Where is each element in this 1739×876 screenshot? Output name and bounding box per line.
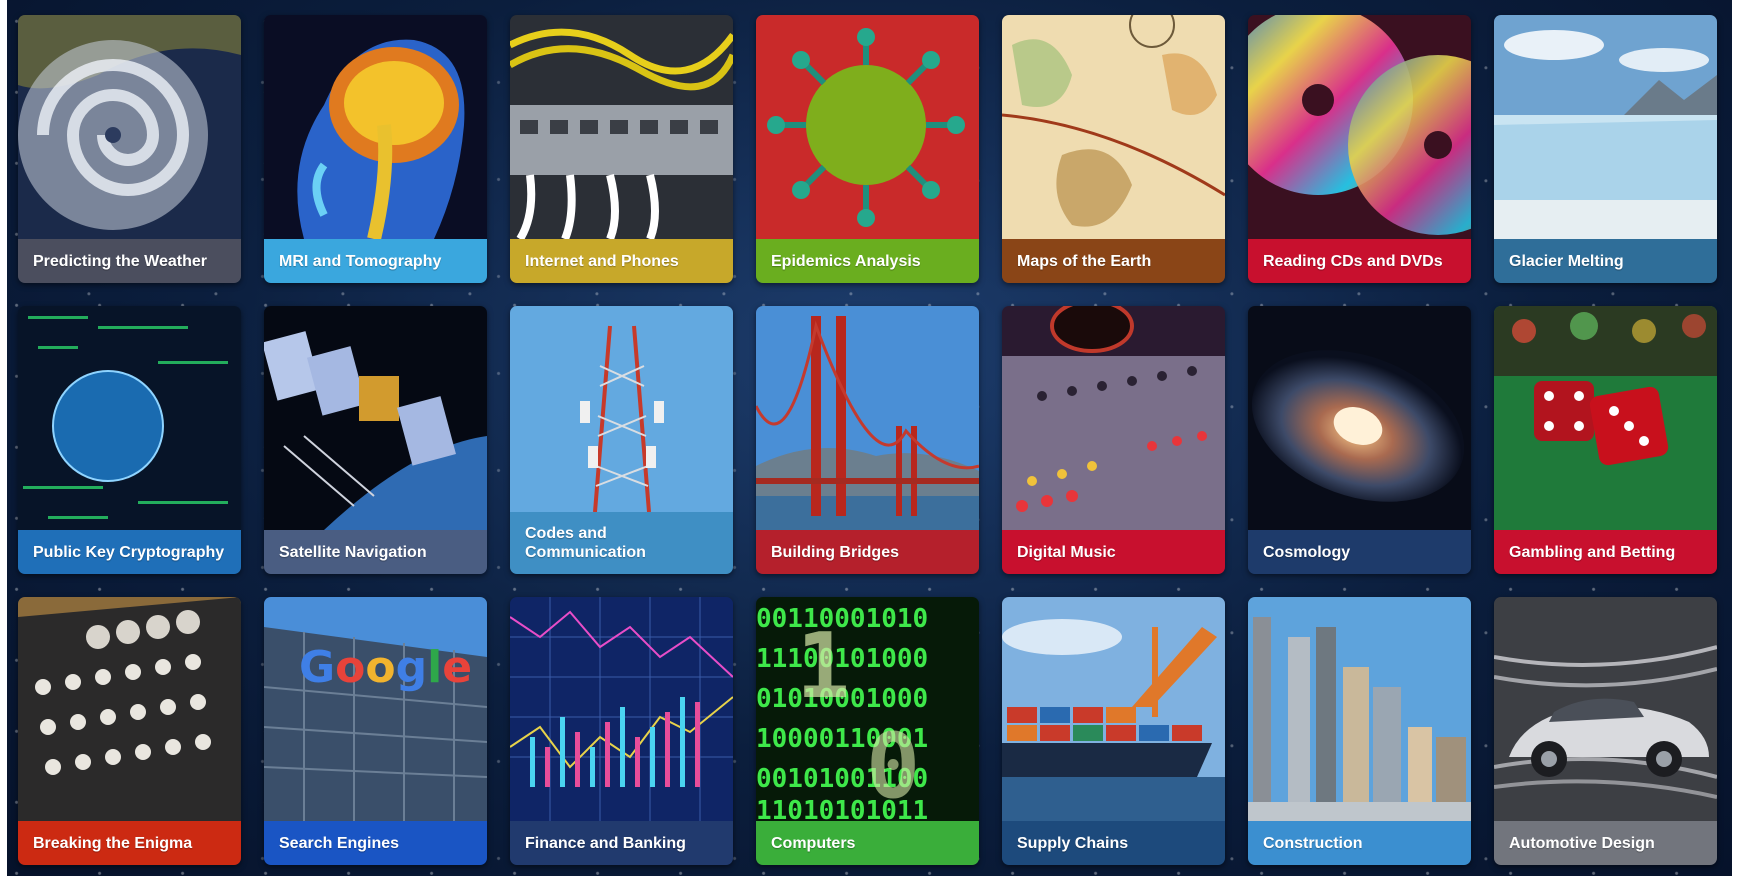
enigma-machine-image	[18, 597, 241, 821]
google-building-image: Google	[264, 597, 487, 821]
svg-text:Google: Google	[299, 642, 472, 693]
tile-label: Epidemics Analysis	[756, 239, 979, 283]
globe-map-image	[1002, 15, 1225, 239]
tile-label: Construction	[1248, 821, 1471, 865]
tile-label: Finance and Banking	[510, 821, 733, 865]
car-wind-tunnel-image	[1494, 597, 1717, 821]
digital-globe-image	[18, 306, 241, 530]
svg-text:0: 0	[866, 714, 920, 819]
tile-public-key-cryptography[interactable]: Public Key Cryptography	[18, 306, 241, 574]
tile-satellite-navigation[interactable]: Satellite Navigation	[264, 306, 487, 574]
tile-label: Satellite Navigation	[264, 530, 487, 574]
tile-label: Glacier Melting	[1494, 239, 1717, 283]
tile-epidemics-analysis[interactable]: Epidemics Analysis	[756, 15, 979, 283]
mixing-console-image	[1002, 306, 1225, 530]
binary-code-image: 00110001010 11100101000 01010001000 1000…	[756, 597, 979, 821]
tile-label: Breaking the Enigma	[18, 821, 241, 865]
tile-label: Reading CDs and DVDs	[1248, 239, 1471, 283]
tile-breaking-the-enigma[interactable]: Breaking the Enigma	[18, 597, 241, 865]
tile-label: Cosmology	[1248, 530, 1471, 574]
golden-gate-bridge-image	[756, 306, 979, 530]
tile-label: Gambling and Betting	[1494, 530, 1717, 574]
tile-glacier-melting[interactable]: Glacier Melting	[1494, 15, 1717, 283]
topic-grid: Predicting the Weather MRI and Tomograph…	[18, 15, 1717, 865]
svg-text:1: 1	[796, 614, 850, 719]
tile-automotive-design[interactable]: Automotive Design	[1494, 597, 1717, 865]
stock-chart-image	[510, 597, 733, 821]
brain-scan-image	[264, 15, 487, 239]
dice-image	[1494, 306, 1717, 530]
glacier-image	[1494, 15, 1717, 239]
tile-construction[interactable]: Construction	[1248, 597, 1471, 865]
cell-tower-image	[510, 306, 733, 512]
tile-search-engines[interactable]: Google Search Engines	[264, 597, 487, 865]
tile-reading-cds-and-dvds[interactable]: Reading CDs and DVDs	[1248, 15, 1471, 283]
tile-internet-and-phones[interactable]: Internet and Phones	[510, 15, 733, 283]
tile-label: Search Engines	[264, 821, 487, 865]
tile-supply-chains[interactable]: Supply Chains	[1002, 597, 1225, 865]
compact-discs-image	[1248, 15, 1471, 239]
tile-finance-and-banking[interactable]: Finance and Banking	[510, 597, 733, 865]
tile-codes-and-communication[interactable]: Codes and Communication	[510, 306, 733, 574]
tile-label: Supply Chains	[1002, 821, 1225, 865]
tile-label: Computers	[756, 821, 979, 865]
tile-label: Automotive Design	[1494, 821, 1717, 865]
tile-label: Maps of the Earth	[1002, 239, 1225, 283]
skyscrapers-image	[1248, 597, 1471, 821]
tile-label: Building Bridges	[756, 530, 979, 574]
tile-predicting-the-weather[interactable]: Predicting the Weather	[18, 15, 241, 283]
tile-mri-and-tomography[interactable]: MRI and Tomography	[264, 15, 487, 283]
tile-label: Predicting the Weather	[18, 239, 241, 283]
satellite-image	[264, 306, 487, 530]
tile-label: Digital Music	[1002, 530, 1225, 574]
galaxy-image	[1248, 306, 1471, 530]
tile-gambling-and-betting[interactable]: Gambling and Betting	[1494, 306, 1717, 574]
tile-maps-of-the-earth[interactable]: Maps of the Earth	[1002, 15, 1225, 283]
tile-building-bridges[interactable]: Building Bridges	[756, 306, 979, 574]
virus-image	[756, 15, 979, 239]
hurricane-image	[18, 15, 241, 239]
tile-label: Codes and Communication	[510, 512, 733, 574]
tile-computers[interactable]: 00110001010 11100101000 01010001000 1000…	[756, 597, 979, 865]
tile-cosmology[interactable]: Cosmology	[1248, 306, 1471, 574]
network-cables-image	[510, 15, 733, 239]
tile-label: Internet and Phones	[510, 239, 733, 283]
tile-label: Public Key Cryptography	[18, 530, 241, 574]
container-ship-image	[1002, 597, 1225, 821]
tile-digital-music[interactable]: Digital Music	[1002, 306, 1225, 574]
tile-label: MRI and Tomography	[264, 239, 487, 283]
